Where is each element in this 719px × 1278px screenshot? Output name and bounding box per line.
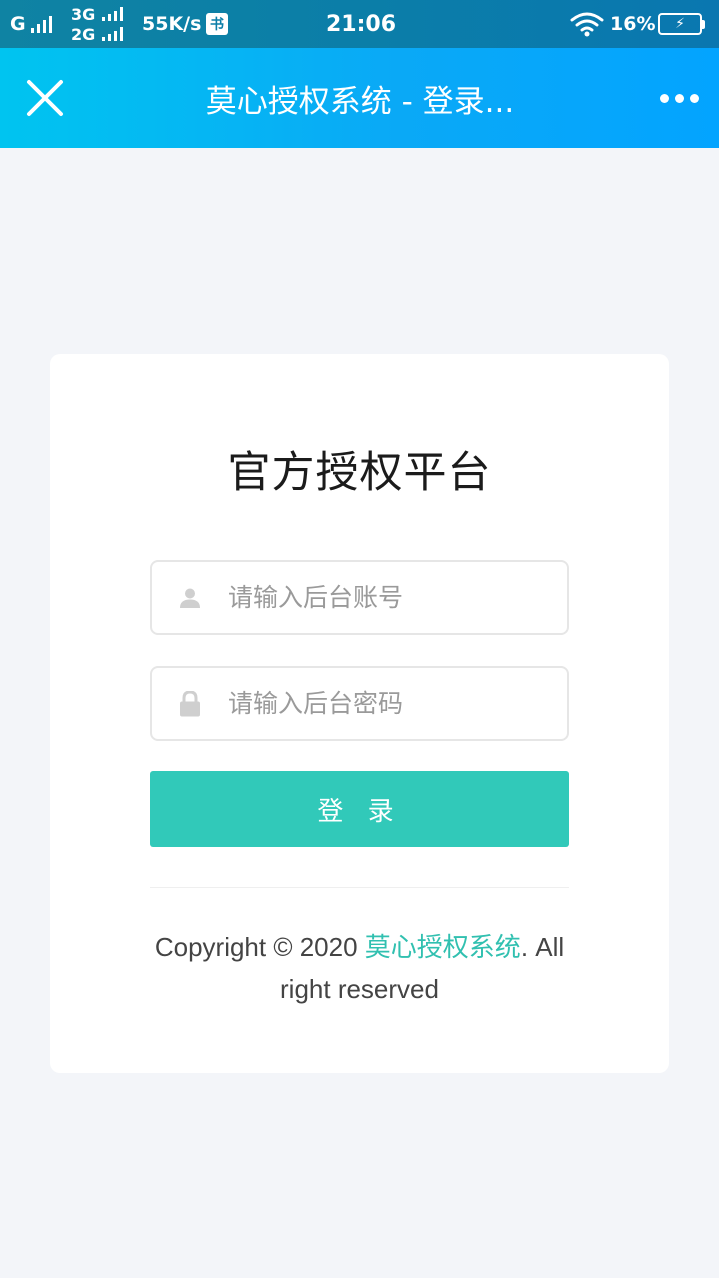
network-type-primary: G [10,13,26,35]
copyright-prefix: Copyright © 2020 [154,932,365,962]
password-input[interactable] [228,673,548,734]
signal-primary: G [10,0,52,48]
data-speed-icon: 书 [206,13,228,35]
close-icon [27,80,63,116]
network-type-3g: 3G [71,4,96,24]
brand-link[interactable]: 莫心授权系统 [365,932,521,962]
signal-bars-icon [102,7,123,21]
battery-charging-icon: ⚡ [658,13,706,35]
password-field[interactable] [150,666,569,741]
copyright-text: Copyright © 2020 莫心授权系统. All right reser… [150,926,569,1010]
status-bar: G 3G 2G 55K/s 书 21:06 16% ⚡ [0,0,719,48]
username-field[interactable] [150,560,569,635]
username-input[interactable] [228,567,548,628]
signal-bars-icon [102,27,123,41]
login-button[interactable]: 登 录 [150,771,569,847]
page-title: 莫心授权系统 - 登录... [205,83,515,120]
status-time: 21:06 [326,11,397,37]
lock-icon [152,690,228,717]
user-icon [152,587,228,609]
network-speed: 55K/s [142,13,202,35]
login-heading: 官方授权平台 [227,448,492,498]
close-button[interactable] [20,75,70,121]
more-dots-icon [659,93,699,103]
more-button[interactable] [650,78,708,118]
signal-bars-icon [30,15,52,33]
wifi-icon [570,0,604,48]
battery-percent: 16% [610,13,656,35]
network-type-2g: 2G [71,24,96,44]
signal-secondary: 3G 2G [71,0,123,48]
title-bar: 莫心授权系统 - 登录... [0,48,719,148]
divider [150,887,569,888]
